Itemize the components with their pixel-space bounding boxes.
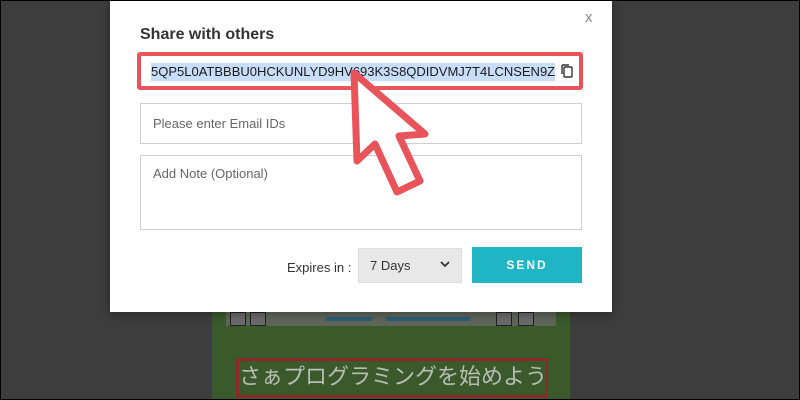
background-bar	[326, 317, 372, 321]
background-square	[518, 312, 534, 326]
send-button[interactable]: SEND	[472, 247, 582, 283]
background-banner: さぁプログラミングを始めよう	[236, 358, 548, 398]
background-square	[250, 312, 266, 326]
expires-value: 7 Days	[370, 258, 411, 273]
expires-select[interactable]: 7 Days	[358, 248, 462, 283]
expires-label: Expires in :	[287, 260, 352, 275]
copy-icon[interactable]	[559, 63, 575, 79]
close-button[interactable]: x	[585, 9, 593, 26]
background-square	[230, 312, 246, 326]
chevron-down-icon	[439, 256, 451, 275]
annotation-arrow-icon	[350, 69, 429, 196]
dialog-title: Share with others	[140, 26, 275, 43]
background-bar	[386, 317, 470, 321]
background-square	[496, 312, 512, 326]
